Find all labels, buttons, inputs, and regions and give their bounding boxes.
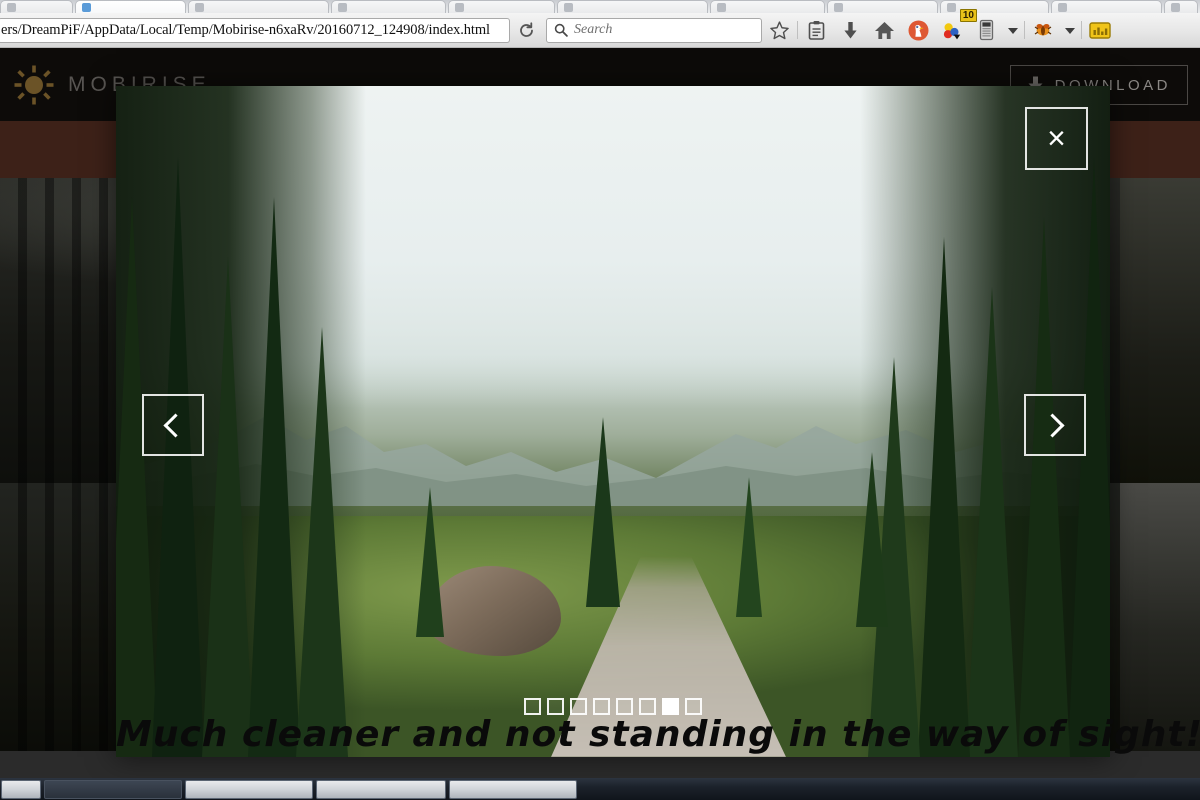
search-input[interactable]: Search xyxy=(546,17,762,43)
search-placeholder: Search xyxy=(574,22,613,37)
duckduckgo-icon[interactable] xyxy=(901,16,935,44)
adblock-badge-count: 10 xyxy=(959,9,977,22)
home-icon[interactable] xyxy=(867,16,901,44)
prev-slide-button[interactable] xyxy=(142,394,204,456)
close-glyph: × xyxy=(1047,120,1066,156)
tab-favicon xyxy=(564,3,574,12)
tab-favicon xyxy=(7,3,16,12)
browser-tab-11[interactable] xyxy=(1164,0,1198,13)
reading-list-icon[interactable] xyxy=(799,16,833,44)
lightbox-photo xyxy=(116,86,1110,757)
browser-tab-2[interactable] xyxy=(75,0,187,13)
browser-navigation-bar: ers/DreamPiF/AppData/Local/Temp/Mobirise… xyxy=(0,9,1200,48)
dropdown-caret-icon-2[interactable] xyxy=(1060,16,1080,44)
screen-root: ers/DreamPiF/AppData/Local/Temp/Mobirise… xyxy=(0,0,1200,800)
sun-gear-icon xyxy=(14,65,54,104)
slide-indicator-6[interactable] xyxy=(639,698,656,715)
taskbar-window-2[interactable] xyxy=(185,779,313,799)
browser-tab-6[interactable] xyxy=(557,0,709,13)
browser-chrome: ers/DreamPiF/AppData/Local/Temp/Mobirise… xyxy=(0,0,1200,48)
taskbar-window-4[interactable] xyxy=(449,779,577,799)
toolbar-separator-2 xyxy=(1024,21,1025,39)
browser-tab-1[interactable] xyxy=(0,0,74,13)
slide-indicator-4[interactable] xyxy=(593,698,610,715)
forest-image-3 xyxy=(1120,178,1200,483)
tab-favicon xyxy=(834,3,844,12)
downloads-arrow-icon[interactable] xyxy=(833,16,867,44)
toolbar-separator-1 xyxy=(797,21,798,39)
browser-tab-9[interactable] xyxy=(940,0,1050,13)
slide-indicator-1[interactable] xyxy=(524,698,541,715)
tab-favicon xyxy=(1058,3,1068,12)
address-bar-url: ers/DreamPiF/AppData/Local/Temp/Mobirise… xyxy=(1,21,490,38)
reload-icon[interactable] xyxy=(510,16,542,44)
chevron-right-icon xyxy=(1040,412,1065,438)
browser-tab-strip[interactable] xyxy=(0,0,1200,13)
firebug-bug-icon[interactable] xyxy=(1026,16,1060,44)
browser-tab-3[interactable] xyxy=(188,0,330,13)
dropdown-caret-icon[interactable] xyxy=(1003,16,1023,44)
address-bar[interactable]: ers/DreamPiF/AppData/Local/Temp/Mobirise… xyxy=(0,17,510,43)
taskbar-start-stub[interactable] xyxy=(1,779,41,799)
adblock-counter-icon[interactable]: 10 xyxy=(935,9,977,44)
taskbar-window-1[interactable] xyxy=(44,779,182,799)
chevron-left-icon xyxy=(163,412,188,438)
os-taskbar[interactable] xyxy=(0,778,1200,800)
magnifier-icon xyxy=(554,23,568,37)
tab-favicon xyxy=(947,3,957,12)
browser-tab-10[interactable] xyxy=(1051,0,1163,13)
slide-indicator-8[interactable] xyxy=(685,698,702,715)
tab-favicon xyxy=(338,3,348,12)
taskbar-window-3[interactable] xyxy=(316,779,446,799)
slide-indicators xyxy=(116,698,1110,715)
tab-favicon xyxy=(1171,3,1181,12)
slide-indicator-3[interactable] xyxy=(570,698,587,715)
stats-panel-icon[interactable] xyxy=(1083,16,1117,44)
tab-favicon xyxy=(717,3,727,12)
forest-image-4 xyxy=(1120,483,1200,751)
image-lightbox-modal: × xyxy=(116,86,1110,757)
slide-indicator-5[interactable] xyxy=(616,698,633,715)
slide-indicator-2[interactable] xyxy=(547,698,564,715)
tab-favicon xyxy=(455,3,465,12)
toolbar-separator-3 xyxy=(1081,21,1082,39)
tab-favicon xyxy=(82,3,92,12)
browser-tab-5[interactable] xyxy=(448,0,556,13)
browser-tab-4[interactable] xyxy=(331,0,447,13)
browser-tab-7[interactable] xyxy=(710,0,826,13)
browser-tab-8[interactable] xyxy=(827,0,939,13)
close-icon[interactable]: × xyxy=(1025,107,1088,170)
tab-favicon xyxy=(195,3,205,12)
slide-indicator-7[interactable] xyxy=(662,698,679,715)
next-slide-button[interactable] xyxy=(1024,394,1086,456)
bookmark-star-icon[interactable] xyxy=(762,16,796,44)
